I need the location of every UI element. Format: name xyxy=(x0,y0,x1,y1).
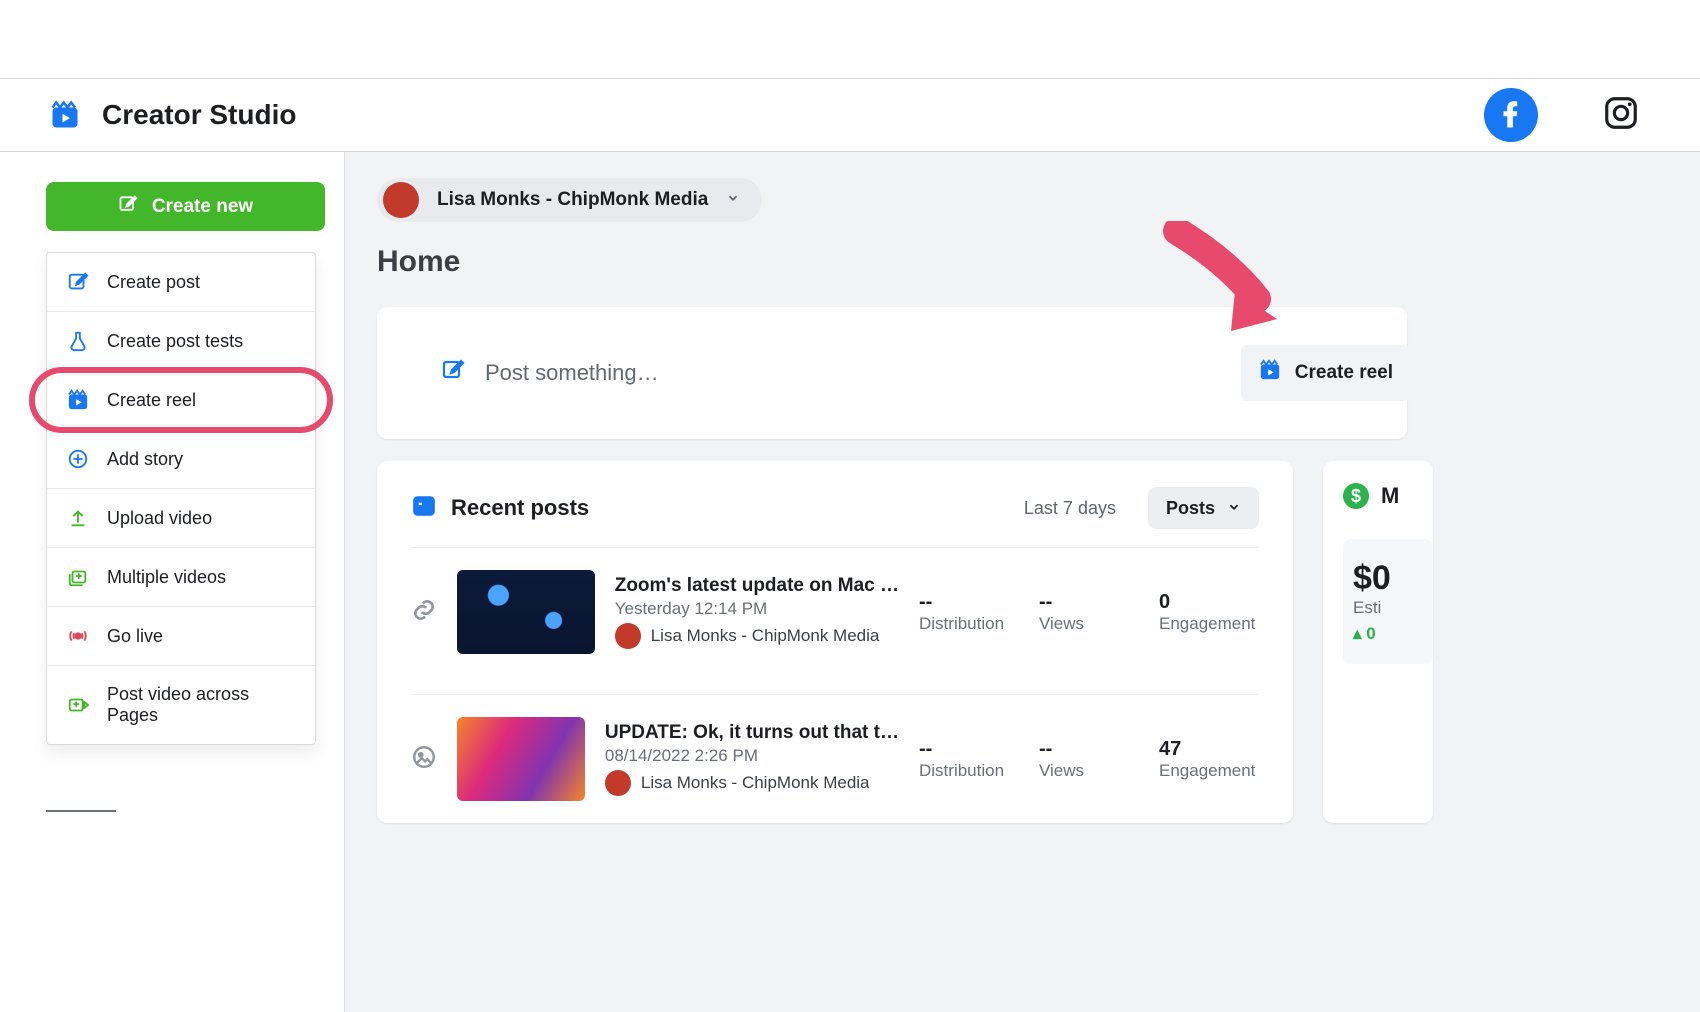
facebook-tab-icon[interactable] xyxy=(1484,88,1538,142)
menu-item-label: Add story xyxy=(107,449,183,470)
metric-label: Engagement xyxy=(1159,761,1259,781)
image-icon xyxy=(411,744,437,775)
create-reel-button[interactable]: Create reel xyxy=(1241,345,1411,401)
avatar xyxy=(605,770,631,796)
app-header: Creator Studio xyxy=(0,79,1700,151)
post-author: Lisa Monks - ChipMonk Media xyxy=(651,626,880,646)
reel-icon xyxy=(1259,359,1281,387)
compose-icon xyxy=(67,271,89,293)
metric-value: -- xyxy=(1039,591,1139,614)
posts-filter[interactable]: Posts xyxy=(1148,487,1259,529)
main-content: Lisa Monks - ChipMonk Media Home Post so… xyxy=(345,152,1700,1012)
posts-filter-label: Posts xyxy=(1166,498,1215,519)
menu-create-post[interactable]: Create post xyxy=(47,253,315,312)
account-name: Lisa Monks - ChipMonk Media xyxy=(437,189,708,211)
live-icon xyxy=(67,625,89,647)
post-date: Yesterday 12:14 PM xyxy=(615,599,899,619)
instagram-tab-icon[interactable] xyxy=(1602,94,1640,137)
menu-post-across-pages[interactable]: Post video across Pages xyxy=(47,666,315,744)
recent-range: Last 7 days xyxy=(1024,498,1116,519)
avatar xyxy=(383,182,419,218)
brand-title: Creator Studio xyxy=(102,99,296,131)
money-amount: $0 xyxy=(1353,559,1423,598)
upload-icon xyxy=(67,507,89,529)
sidebar: Create new Create post Create post tests xyxy=(0,152,345,1012)
metric-value: 0 xyxy=(1159,591,1259,614)
composer-card: Post something… Create reel xyxy=(377,307,1407,439)
monetization-card: $ M $0 Esti ▴ 0 xyxy=(1323,461,1433,823)
brand: Creator Studio xyxy=(50,99,296,131)
metric-label: Distribution xyxy=(919,614,1019,634)
menu-item-label: Create post tests xyxy=(107,331,243,352)
cross-post-icon xyxy=(67,694,89,716)
menu-item-label: Create reel xyxy=(107,390,196,411)
money-delta: 0 xyxy=(1366,624,1375,643)
metric-label: Distribution xyxy=(919,761,1019,781)
post-something[interactable]: Post something… xyxy=(441,358,659,388)
create-new-button[interactable]: Create new xyxy=(46,182,325,231)
metric-value: -- xyxy=(919,738,1019,761)
menu-create-post-tests[interactable]: Create post tests xyxy=(47,312,315,371)
post-row[interactable]: Zoom's latest update on Mac … Yesterday … xyxy=(411,547,1259,676)
metric-value: -- xyxy=(919,591,1019,614)
recent-posts-heading: Recent posts xyxy=(451,495,589,521)
post-title: UPDATE: Ok, it turns out that t… xyxy=(605,722,899,744)
compose-icon xyxy=(118,194,138,220)
link-icon xyxy=(411,597,437,628)
multi-video-icon xyxy=(67,566,89,588)
create-new-label: Create new xyxy=(152,196,253,218)
arrow-annotation-icon xyxy=(1157,221,1297,346)
post-title: Zoom's latest update on Mac … xyxy=(615,575,899,597)
post-author: Lisa Monks - ChipMonk Media xyxy=(641,773,870,793)
post-row[interactable]: UPDATE: Ok, it turns out that t… 08/14/2… xyxy=(411,694,1259,823)
menu-upload-video[interactable]: Upload video xyxy=(47,489,315,548)
avatar xyxy=(615,623,641,649)
divider xyxy=(46,810,116,812)
metric-value: -- xyxy=(1039,738,1139,761)
compose-icon xyxy=(441,358,465,388)
post-thumbnail xyxy=(457,570,595,654)
create-reel-label: Create reel xyxy=(1295,362,1393,384)
metric-label: Views xyxy=(1039,761,1139,781)
recent-posts-icon xyxy=(411,493,437,524)
menu-item-label: Upload video xyxy=(107,508,212,529)
create-dropdown: Create post Create post tests Create ree… xyxy=(46,252,316,745)
money-subtitle: Esti xyxy=(1353,598,1423,618)
menu-item-label: Multiple videos xyxy=(107,567,226,588)
recent-posts-card: Recent posts Last 7 days Posts xyxy=(377,461,1293,823)
menu-add-story[interactable]: Add story xyxy=(47,430,315,489)
menu-item-label: Create post xyxy=(107,272,200,293)
creator-studio-logo-icon xyxy=(50,100,80,130)
menu-create-reel[interactable]: Create reel xyxy=(47,371,315,430)
menu-item-label: Post video across Pages xyxy=(107,684,295,726)
monetization-heading: M xyxy=(1381,483,1399,509)
post-thumbnail xyxy=(457,717,585,801)
plus-circle-icon xyxy=(67,448,89,470)
page-title: Home xyxy=(377,245,1700,279)
chevron-down-icon xyxy=(726,191,740,210)
chevron-down-icon xyxy=(1227,498,1241,519)
post-date: 08/14/2022 2:26 PM xyxy=(605,746,899,766)
flask-icon xyxy=(67,330,89,352)
metric-value: 47 xyxy=(1159,738,1259,761)
metric-label: Views xyxy=(1039,614,1139,634)
menu-item-label: Go live xyxy=(107,626,163,647)
menu-multiple-videos[interactable]: Multiple videos xyxy=(47,548,315,607)
dollar-icon: $ xyxy=(1343,483,1369,509)
menu-go-live[interactable]: Go live xyxy=(47,607,315,666)
reel-icon xyxy=(67,389,89,411)
composer-placeholder: Post something… xyxy=(485,360,659,386)
metric-label: Engagement xyxy=(1159,614,1259,634)
account-selector[interactable]: Lisa Monks - ChipMonk Media xyxy=(377,178,762,222)
